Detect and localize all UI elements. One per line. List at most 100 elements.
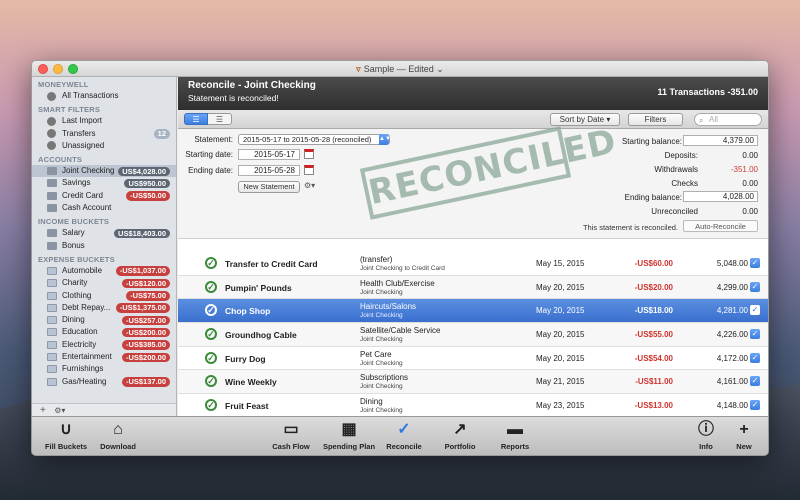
- list-view-icon[interactable]: ☰: [184, 113, 208, 125]
- sidebar-item[interactable]: Last Import: [32, 115, 176, 127]
- row-checkbox[interactable]: ✓: [750, 352, 760, 363]
- transaction-list: ✓ Transfer to Credit Card (transfer) Joi…: [178, 252, 768, 418]
- sidebar-item[interactable]: Education -US$200.00: [32, 326, 176, 338]
- search-field[interactable]: ⌕ All: [694, 113, 762, 126]
- sidebar-item[interactable]: Bonus: [32, 240, 176, 252]
- sidebar-item[interactable]: Joint Checking US$4,028.00: [32, 165, 176, 178]
- new-statement-button[interactable]: New Statement: [238, 181, 300, 193]
- starting-balance-field[interactable]: 4,379.00: [683, 135, 758, 146]
- table-row[interactable]: ✓ Furry Dog Pet Care Joint Checking May …: [178, 346, 768, 371]
- zoom-window-button[interactable]: [68, 64, 78, 74]
- row-checkbox[interactable]: ✓: [750, 329, 760, 340]
- table-row[interactable]: ✓ Chop Shop Haircuts/Salons Joint Checki…: [178, 299, 768, 324]
- sidebar-item-badge: -US$257.00: [121, 315, 170, 326]
- income-bucket-icon: [47, 229, 57, 238]
- sidebar-item[interactable]: Dining -US$257.00: [32, 314, 176, 326]
- reconciled-check-icon[interactable]: ✓: [205, 399, 217, 412]
- ending-date-field[interactable]: 2015-05-28: [238, 165, 300, 176]
- sidebar-item[interactable]: Gas/Heating -US$137.00: [32, 376, 176, 388]
- reconcile-button[interactable]: ✓ Reconcile: [382, 420, 426, 451]
- ending-balance-field[interactable]: 4,028.00: [683, 191, 758, 202]
- cash-icon: ▭: [283, 421, 299, 438]
- reconciled-check-icon[interactable]: ✓: [205, 304, 217, 317]
- reconciled-check-icon[interactable]: ✓: [205, 328, 217, 341]
- sidebar-gear-icon[interactable]: ⚙▾: [54, 406, 65, 415]
- sidebar-item[interactable]: Charity -US$120.00: [32, 277, 176, 289]
- sidebar-item[interactable]: All Transactions: [32, 90, 176, 102]
- reports-label: Reports: [500, 442, 530, 451]
- statement-popup[interactable]: 2015-05-17 to 2015-05-28 (reconciled) ▲▼: [238, 134, 391, 145]
- income-bucket-icon: [47, 241, 57, 250]
- reports-button[interactable]: ▬ Reports: [493, 420, 537, 451]
- sidebar-item-label: Debt Repay...: [62, 302, 111, 312]
- account-icon: [47, 191, 57, 200]
- row-checkbox[interactable]: ✓: [750, 376, 760, 387]
- table-row[interactable]: ✓ Wine Weekly Subscriptions Joint Checki…: [178, 370, 768, 395]
- sidebar-item[interactable]: Clothing -US$75.00: [32, 290, 176, 302]
- reconcile-panel: Statement: 2015-05-17 to 2015-05-28 (rec…: [178, 121, 768, 239]
- info-button[interactable]: ⓘ Info: [688, 420, 724, 451]
- sidebar-item[interactable]: Automobile -US$1,037.00: [32, 265, 176, 277]
- minimize-window-button[interactable]: [53, 64, 63, 74]
- filters-button[interactable]: Filters: [628, 113, 683, 126]
- fill-buckets-button[interactable]: ∪ Fill Buckets: [44, 420, 88, 451]
- sidebar-item-label: Electricity: [62, 339, 97, 349]
- auto-reconcile-button[interactable]: Auto-Reconcile: [683, 220, 758, 232]
- calendar-icon[interactable]: [304, 165, 314, 175]
- sidebar-item-badge: 12: [153, 129, 170, 139]
- sidebar-item[interactable]: Entertainment -US$200.00: [32, 351, 176, 363]
- table-row[interactable]: ✓ Groundhog Cable Satellite/Cable Servic…: [178, 323, 768, 347]
- sidebar-item[interactable]: Unassigned: [32, 140, 176, 152]
- starting-date-field[interactable]: 2015-05-17: [238, 149, 300, 160]
- row-payee: Chop Shop: [225, 306, 271, 317]
- row-checkbox[interactable]: ✓: [750, 400, 760, 411]
- bucket-icon: [47, 328, 57, 337]
- reconciled-check-icon[interactable]: ✓: [205, 351, 217, 364]
- sidebar-item[interactable]: Transfers 12: [32, 128, 176, 140]
- window-title[interactable]: Sample — Edited: [364, 64, 434, 74]
- smart-filter-gear-icon: [47, 141, 56, 151]
- row-account: Joint Checking: [360, 359, 403, 367]
- reconciled-check-icon[interactable]: ✓: [205, 375, 217, 388]
- table-row[interactable]: ✓ Pumpin' Pounds Health Club/Exercise Jo…: [178, 275, 768, 300]
- statement-value: 2015-05-17 to 2015-05-28 (reconciled): [243, 135, 372, 144]
- bottom-toolbar: ∪ Fill Buckets ⌂ Download ▭ Cash Flow ▦ Spen…: [32, 416, 768, 455]
- row-checkbox[interactable]: ✓: [750, 281, 760, 292]
- row-checkbox[interactable]: ✓: [750, 258, 760, 268]
- calendar-icon[interactable]: [304, 149, 314, 159]
- spending-plan-button[interactable]: ▦ Spending Plan: [320, 420, 378, 451]
- detail-view-icon[interactable]: ☰: [208, 113, 232, 125]
- sidebar-item[interactable]: Electricity -US$385.00: [32, 339, 176, 351]
- statement-gear-icon[interactable]: ⚙▾: [304, 181, 315, 190]
- sidebar-item[interactable]: Credit Card -US$50.00: [32, 190, 176, 202]
- smart-filter-gear-icon: [47, 91, 56, 101]
- sidebar-item-label: Savings: [62, 178, 91, 188]
- row-account: Joint Checking: [360, 288, 403, 296]
- new-button[interactable]: + New: [726, 420, 762, 451]
- sidebar-item[interactable]: Savings US$950.00: [32, 177, 176, 189]
- add-item-button[interactable]: +: [40, 405, 46, 416]
- row-amount: -US$60.00: [634, 259, 673, 268]
- window-controls: [38, 64, 78, 74]
- reconciled-check-icon[interactable]: ✓: [205, 280, 217, 293]
- sidebar-item-label: Entertainment: [62, 352, 112, 362]
- table-row[interactable]: ✓ Transfer to Credit Card (transfer) Joi…: [178, 252, 768, 276]
- title-menu-chevron-icon[interactable]: ⌄: [436, 64, 444, 74]
- portfolio-button[interactable]: ↗ Portfolio: [438, 420, 482, 451]
- sidebar-item[interactable]: Salary US$18,403.00: [32, 227, 176, 239]
- sidebar-item[interactable]: Furnishings: [32, 363, 176, 375]
- download-button[interactable]: ⌂ Download: [96, 420, 140, 451]
- table-row[interactable]: ✓ Fruit Feast Dining Joint Checking May …: [178, 394, 768, 418]
- row-amount: -US$18.00: [634, 306, 673, 316]
- reconciled-check-icon[interactable]: ✓: [205, 257, 217, 269]
- sidebar-item[interactable]: Debt Repay... -US$1,375.00: [32, 302, 176, 314]
- close-window-button[interactable]: [38, 64, 48, 74]
- sidebar-item[interactable]: Cash Account: [32, 202, 176, 214]
- sidebar-section-header: EXPENSE BUCKETS: [38, 254, 115, 264]
- cash-flow-label: Cash Flow: [272, 442, 310, 451]
- cash-flow-button[interactable]: ▭ Cash Flow: [270, 420, 312, 451]
- row-amount: -US$55.00: [634, 330, 673, 340]
- row-checkbox[interactable]: ✓: [750, 305, 760, 316]
- reconciled-note: This statement is reconciled.: [582, 223, 678, 232]
- sidebar-item-label: Dining: [62, 315, 85, 325]
